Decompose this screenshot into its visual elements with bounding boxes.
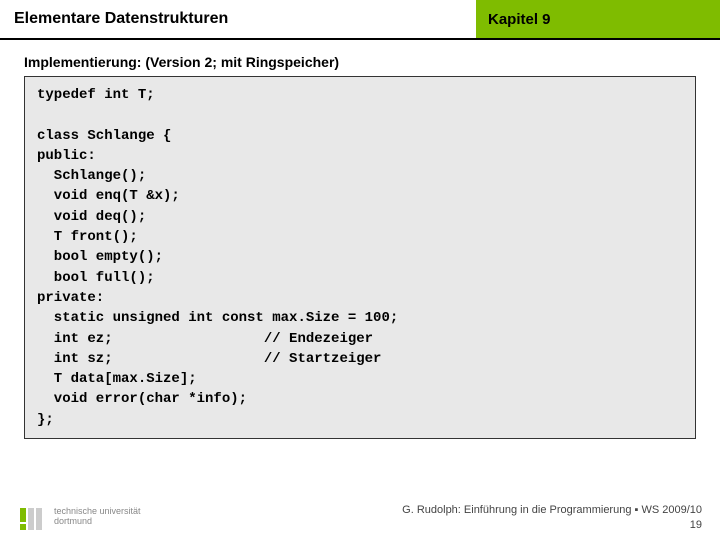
subtitle: Implementierung: (Version 2; mit Ringspe… [24, 54, 696, 70]
footer-credit: G. Rudolph: Einführung in die Programmie… [402, 503, 702, 532]
credit-line1: G. Rudolph: Einführung in die Programmie… [402, 503, 702, 517]
header-title-left: Elementare Datenstrukturen [0, 0, 476, 38]
credit-page-number: 19 [402, 518, 702, 532]
slide-content: Implementierung: (Version 2; mit Ringspe… [0, 40, 720, 439]
logo-text: technische universität dortmund [54, 507, 141, 527]
university-logo: technische universität dortmund [18, 502, 141, 532]
logo-line2: dortmund [54, 517, 141, 527]
slide-header: Elementare Datenstrukturen Kapitel 9 [0, 0, 720, 38]
header-title-right: Kapitel 9 [476, 0, 720, 38]
code-block: typedef int T; class Schlange { public: … [24, 76, 696, 439]
tu-logo-icon [18, 502, 48, 532]
slide-footer: technische universität dortmund G. Rudol… [18, 502, 702, 532]
